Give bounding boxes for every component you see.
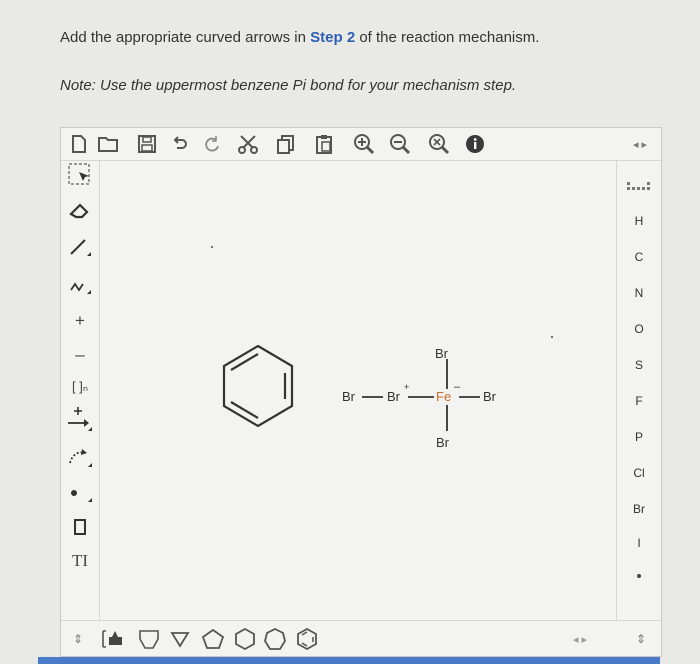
element-f[interactable]: F bbox=[617, 394, 661, 408]
paste-icon[interactable] bbox=[311, 132, 337, 156]
template-library-icon[interactable] bbox=[99, 627, 127, 651]
chain-tool-icon[interactable] bbox=[63, 270, 97, 300]
atom-fe[interactable]: Fe bbox=[436, 389, 451, 404]
save-icon[interactable] bbox=[135, 132, 159, 156]
negative-charge-tool[interactable]: – bbox=[63, 340, 97, 370]
element-br[interactable]: Br bbox=[617, 502, 661, 516]
positive-charge-tool[interactable]: + bbox=[63, 306, 97, 336]
atom-br-bottom[interactable]: Br bbox=[436, 435, 449, 450]
copy-icon[interactable] bbox=[273, 132, 299, 156]
toolbar-scroll-arrows[interactable]: ◂ ▸ bbox=[627, 132, 653, 156]
bond-lines bbox=[362, 359, 480, 431]
canvas-dot bbox=[550, 335, 554, 339]
element-scroll-icon[interactable]: ⇕ bbox=[627, 627, 655, 651]
bottom-accent-bar bbox=[38, 657, 660, 664]
negative-charge: – bbox=[454, 381, 461, 393]
benzene-ring[interactable] bbox=[222, 344, 294, 428]
template-cyclopentane-icon[interactable] bbox=[199, 627, 227, 651]
atom-br-left[interactable]: Br bbox=[342, 389, 355, 404]
template-scroll-icon[interactable]: ⇕ bbox=[63, 627, 93, 651]
cut-icon[interactable] bbox=[235, 132, 261, 156]
zoom-fit-icon[interactable] bbox=[425, 132, 453, 156]
open-folder-icon[interactable] bbox=[95, 132, 123, 156]
element-c[interactable]: C bbox=[617, 250, 661, 264]
structure-editor: ◂ ▸ + – [ ]ₙ TI Br Br Br + Fe – Br Br H … bbox=[60, 127, 662, 657]
element-n[interactable]: N bbox=[617, 286, 661, 300]
zoom-out-icon[interactable] bbox=[387, 132, 413, 156]
periodic-table-icon[interactable] bbox=[617, 180, 661, 197]
info-icon[interactable] bbox=[463, 132, 487, 156]
template-cyclopropane-icon[interactable] bbox=[167, 627, 193, 651]
redo-icon[interactable] bbox=[201, 132, 223, 156]
radical-dot-icon[interactable] bbox=[63, 478, 97, 508]
atom-br-right[interactable]: Br bbox=[483, 389, 496, 404]
eraser-icon[interactable] bbox=[63, 196, 97, 226]
more-elements-icon[interactable] bbox=[617, 568, 661, 582]
element-o[interactable]: O bbox=[617, 322, 661, 336]
rectangle-shape-icon[interactable] bbox=[63, 512, 97, 542]
element-cl[interactable]: Cl bbox=[617, 466, 661, 480]
question-text: Add the appropriate curved arrows in Ste… bbox=[60, 29, 539, 46]
positive-charge: + bbox=[404, 382, 410, 392]
template-cyclohexane-icon[interactable] bbox=[231, 627, 259, 651]
question-part2: of the reaction mechanism. bbox=[355, 29, 540, 46]
atom-br-top[interactable]: Br bbox=[435, 346, 448, 361]
zoom-in-icon[interactable] bbox=[351, 132, 377, 156]
element-p[interactable]: P bbox=[617, 430, 661, 444]
element-h[interactable]: H bbox=[617, 214, 661, 228]
new-document-icon[interactable] bbox=[67, 132, 91, 156]
question-part1: Add the appropriate curved arrows in bbox=[60, 29, 311, 46]
template-scroll-arrows[interactable]: ◂ ▸ bbox=[565, 627, 595, 651]
reaction-arrow-tool[interactable] bbox=[63, 404, 97, 434]
step-label: Step 2 bbox=[310, 29, 356, 46]
element-toolbar: H C N O S F P Cl Br I bbox=[616, 160, 661, 620]
element-s[interactable]: S bbox=[617, 358, 661, 372]
template-benzene-icon[interactable] bbox=[293, 627, 321, 651]
template-cycloheptane-icon[interactable] bbox=[261, 627, 289, 651]
left-toolbar: + – [ ]ₙ TI bbox=[61, 160, 100, 620]
top-toolbar: ◂ ▸ bbox=[61, 128, 661, 161]
atom-br-plus[interactable]: Br bbox=[387, 389, 400, 404]
curved-arrow-icon[interactable] bbox=[63, 442, 97, 472]
template-toolbar: ⇕ ◂ ▸ ⇕ bbox=[61, 620, 661, 657]
canvas-dot bbox=[210, 245, 214, 249]
question-note: Note: Use the uppermost benzene Pi bond … bbox=[60, 77, 517, 94]
element-i[interactable]: I bbox=[617, 536, 661, 550]
drawing-canvas[interactable]: Br Br Br + Fe – Br Br bbox=[100, 161, 616, 619]
single-bond-icon[interactable] bbox=[63, 232, 97, 262]
template-pyrrole-icon[interactable] bbox=[135, 627, 163, 651]
select-tool-icon[interactable] bbox=[63, 160, 97, 190]
sgroup-bracket-tool[interactable]: [ ]ₙ bbox=[63, 372, 97, 402]
undo-icon[interactable] bbox=[169, 132, 191, 156]
text-tool[interactable]: TI bbox=[63, 546, 97, 576]
